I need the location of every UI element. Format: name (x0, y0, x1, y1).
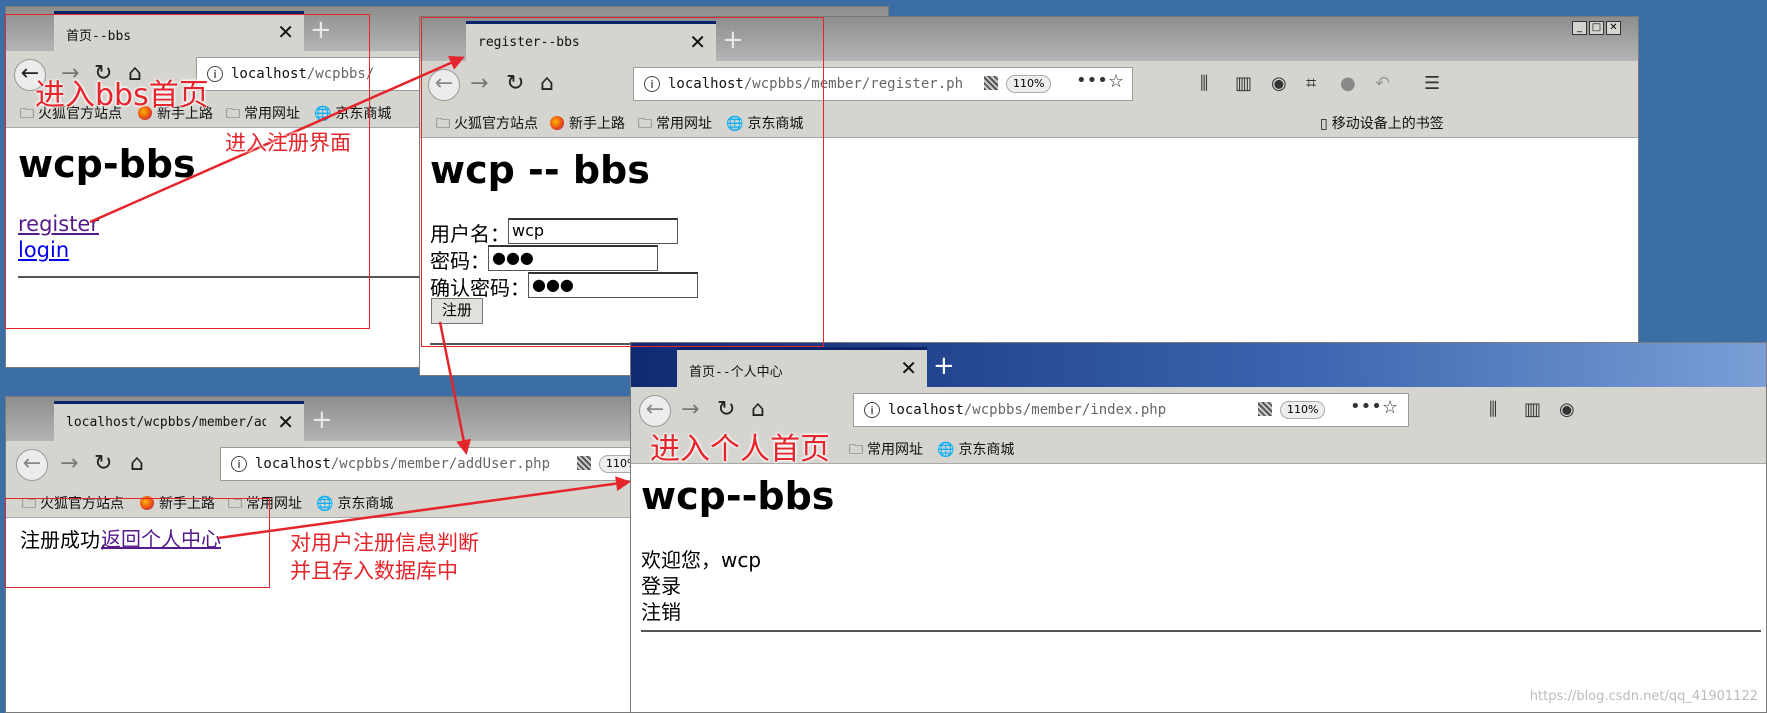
annotation-enter-member-index: 进入个人首页 (650, 432, 830, 467)
annotation-enter-register: 进入注册界面 (225, 131, 351, 155)
annotation-arrows (89, 55, 631, 540)
arrow-submit-to-adduser (438, 321, 472, 455)
annotation-store-db: 并且存入数据库中 (290, 559, 458, 583)
annotation-enter-home: 进入bbs首页 (35, 78, 209, 113)
annotation-validate: 对用户注册信息判断 (290, 531, 479, 555)
